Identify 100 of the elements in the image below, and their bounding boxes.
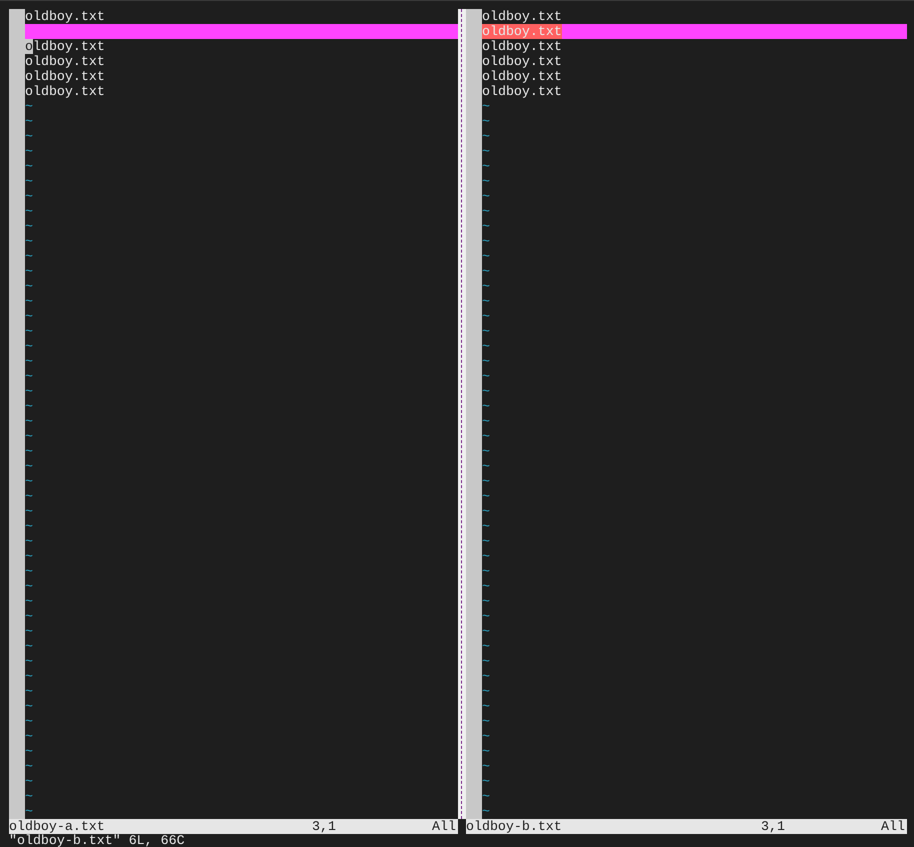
empty-line-marker: ~ <box>482 279 490 294</box>
empty-line-marker: ~ <box>482 429 490 444</box>
empty-line-marker: ~ <box>25 804 33 819</box>
empty-line-marker: ~ <box>482 669 490 684</box>
cursor-position: 3,1 <box>312 819 337 834</box>
text-line: oldboy.txt <box>25 84 105 99</box>
empty-line-marker: ~ <box>482 534 490 549</box>
empty-line-marker: ~ <box>482 249 490 264</box>
empty-line-marker: ~ <box>25 759 33 774</box>
empty-line-marker: ~ <box>482 144 490 159</box>
empty-line-marker: ~ <box>25 99 33 114</box>
empty-line-marker: ~ <box>25 294 33 309</box>
empty-line-marker: ~ <box>482 189 490 204</box>
empty-line-marker: ~ <box>25 714 33 729</box>
empty-line-marker: ~ <box>482 99 490 114</box>
empty-line-marker: ~ <box>482 774 490 789</box>
empty-line-marker: ~ <box>482 459 490 474</box>
empty-line-marker: ~ <box>482 744 490 759</box>
cursor: o <box>25 39 33 54</box>
empty-line-marker: ~ <box>482 219 490 234</box>
empty-line-marker: ~ <box>25 699 33 714</box>
empty-line-marker: ~ <box>25 519 33 534</box>
empty-line-marker: ~ <box>25 159 33 174</box>
empty-line-marker: ~ <box>482 294 490 309</box>
empty-line-marker: ~ <box>25 174 33 189</box>
empty-line-marker: ~ <box>482 624 490 639</box>
text-line: oldboy.txt <box>482 69 562 84</box>
empty-line-marker: ~ <box>482 129 490 144</box>
empty-line-marker: ~ <box>482 324 490 339</box>
empty-line-marker: ~ <box>25 684 33 699</box>
empty-line-marker: ~ <box>25 384 33 399</box>
empty-line-marker: ~ <box>25 459 33 474</box>
empty-line-marker: ~ <box>25 129 33 144</box>
cursor-position: 3,1 <box>761 819 786 834</box>
empty-line-marker: ~ <box>25 264 33 279</box>
empty-line-marker: ~ <box>482 504 490 519</box>
empty-line-marker: ~ <box>482 729 490 744</box>
empty-line-marker: ~ <box>482 204 490 219</box>
file-name: oldboy-a.txt <box>9 819 106 834</box>
empty-line-marker: ~ <box>482 549 490 564</box>
text-line: oldboy.txt <box>482 39 562 54</box>
text-line: oldboy.txt <box>25 39 105 54</box>
empty-line-marker: ~ <box>482 399 490 414</box>
scroll-position: All <box>881 819 906 834</box>
empty-line-marker: ~ <box>25 504 33 519</box>
empty-line-marker: ~ <box>482 699 490 714</box>
empty-line-marker: ~ <box>482 594 490 609</box>
empty-line-marker: ~ <box>25 579 33 594</box>
empty-line-marker: ~ <box>25 624 33 639</box>
empty-line-marker: ~ <box>482 159 490 174</box>
empty-line-marker: ~ <box>25 474 33 489</box>
empty-line-marker: ~ <box>25 204 33 219</box>
empty-line-marker: ~ <box>25 594 33 609</box>
empty-line-marker: ~ <box>482 354 490 369</box>
empty-line-marker: ~ <box>482 804 490 819</box>
command-line-message: "oldboy-b.txt" 6L, 66C <box>9 834 186 847</box>
empty-line-marker: ~ <box>25 324 33 339</box>
text-line: oldboy.txt <box>25 69 105 84</box>
empty-line-marker: ~ <box>25 414 33 429</box>
empty-line-marker: ~ <box>25 369 33 384</box>
empty-line-marker: ~ <box>25 189 33 204</box>
empty-line-marker: ~ <box>482 609 490 624</box>
text-line: oldboy.txt <box>482 84 562 99</box>
empty-line-marker: ~ <box>482 234 490 249</box>
empty-line-marker: ~ <box>25 729 33 744</box>
empty-line-marker: ~ <box>25 354 33 369</box>
empty-line-marker: ~ <box>482 789 490 804</box>
empty-line-marker: ~ <box>482 414 490 429</box>
empty-line-marker: ~ <box>482 564 490 579</box>
text-line: oldboy.txt <box>482 9 562 24</box>
empty-line-marker: ~ <box>482 639 490 654</box>
text-line: oldboy.txt <box>25 9 105 24</box>
empty-line-marker: ~ <box>25 744 33 759</box>
text-line: oldboy.txt <box>25 54 105 69</box>
empty-line-marker: ~ <box>25 654 33 669</box>
empty-line-marker: ~ <box>482 714 490 729</box>
empty-line-marker: ~ <box>25 144 33 159</box>
empty-line-marker: ~ <box>482 174 490 189</box>
empty-line-marker: ~ <box>25 639 33 654</box>
empty-line-marker: ~ <box>482 264 490 279</box>
empty-line-marker: ~ <box>482 369 490 384</box>
empty-line-marker: ~ <box>25 774 33 789</box>
file-name: oldboy-b.txt <box>466 819 563 834</box>
scroll-position: All <box>432 819 457 834</box>
empty-line-marker: ~ <box>25 549 33 564</box>
text-line: oldboy.txt <box>482 54 562 69</box>
empty-line-marker: ~ <box>25 234 33 249</box>
empty-line-marker: ~ <box>25 534 33 549</box>
empty-line-marker: ~ <box>482 654 490 669</box>
empty-line-marker: ~ <box>25 429 33 444</box>
empty-line-marker: ~ <box>482 384 490 399</box>
empty-line-marker: ~ <box>482 519 490 534</box>
empty-line-marker: ~ <box>482 579 490 594</box>
empty-line-marker: ~ <box>25 339 33 354</box>
empty-line-marker: ~ <box>482 339 490 354</box>
empty-line-marker: ~ <box>25 789 33 804</box>
empty-line-marker: ~ <box>482 114 490 129</box>
empty-line-marker: ~ <box>25 609 33 624</box>
empty-line-marker: ~ <box>482 684 490 699</box>
empty-line-marker: ~ <box>25 279 33 294</box>
